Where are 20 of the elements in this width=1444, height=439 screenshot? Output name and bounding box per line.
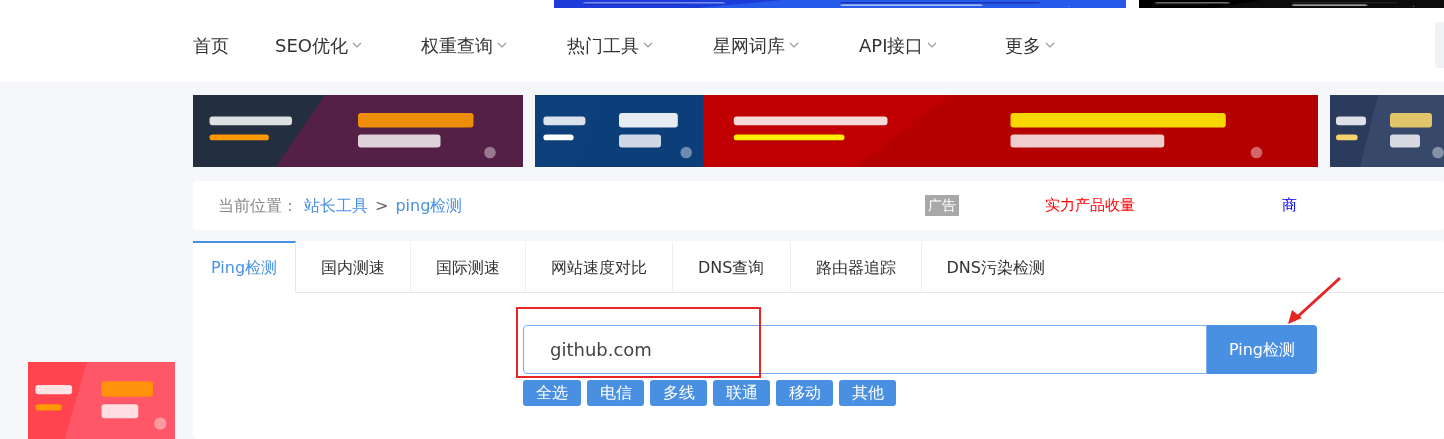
ad-link[interactable]: 实力产品收量 xyxy=(1045,194,1135,217)
nav-item[interactable]: 星网词库 xyxy=(713,31,859,59)
nav-item[interactable]: 权重查询 xyxy=(421,31,567,59)
tab[interactable]: 国际测速 xyxy=(410,241,526,292)
tab[interactable]: DNS查询 xyxy=(672,241,790,292)
tab[interactable]: DNS污染检测 xyxy=(920,241,1070,292)
breadcrumb-label: 当前位置： xyxy=(218,194,298,217)
tab[interactable]: 国内测速 xyxy=(296,241,411,292)
domain-input[interactable]: github.com xyxy=(523,325,1207,374)
tab[interactable]: 路由器追踪 xyxy=(789,241,921,292)
nav-item[interactable]: API接口 xyxy=(859,31,1005,59)
tab[interactable]: 网站速度对比 xyxy=(525,241,673,292)
nav-item[interactable]: 更多 xyxy=(1005,31,1151,59)
ad-link[interactable]: 商 xyxy=(1282,194,1297,217)
nav-item[interactable]: 首页 xyxy=(193,31,275,59)
annotation-arrow xyxy=(1286,276,1342,326)
nav-item[interactable]: 热门工具 xyxy=(567,31,713,59)
ad-tag: 广告 xyxy=(925,195,959,216)
breadcrumb-separator: > xyxy=(375,194,389,217)
nav-item[interactable]: SEO优化 xyxy=(275,31,421,59)
